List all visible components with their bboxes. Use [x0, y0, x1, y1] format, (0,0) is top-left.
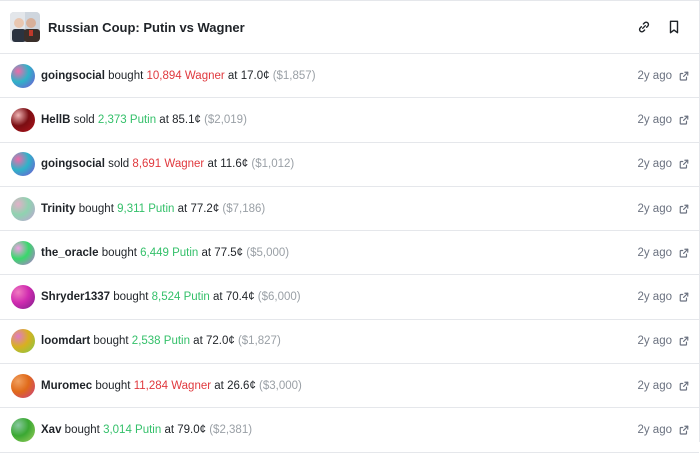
trade-description: HellB sold 2,373 Putin at 85.1¢ ($2,019)	[41, 113, 247, 126]
trade-amount: ($2,019)	[204, 113, 247, 126]
trade-shares: 10,894 Wagner	[146, 69, 225, 82]
trade-shares: 6,449 Putin	[140, 246, 199, 259]
trade-price: 11.6¢	[220, 158, 249, 171]
trade-action: sold	[108, 158, 130, 171]
avatar[interactable]	[11, 285, 35, 310]
trade-user[interactable]: Trinity	[41, 203, 76, 215]
trade-timestamp: 2y ago	[637, 246, 672, 259]
trade-shares: 8,691 Wagner	[132, 158, 205, 171]
trade-amount: ($7,186)	[222, 202, 266, 215]
trade-description: Shryder1337 bought 8,524 Putin at 70.4¢ …	[41, 291, 301, 304]
trade-user[interactable]: Muromec	[41, 380, 92, 392]
external-link-icon[interactable]	[678, 335, 690, 347]
trade-action: bought	[64, 424, 100, 437]
trade-timestamp: 2y ago	[637, 113, 672, 126]
trade-shares: 9,311 Putin	[117, 202, 175, 215]
trade-action: bought	[78, 202, 114, 215]
trade-amount: ($1,012)	[251, 158, 295, 171]
trade-description: loomdart bought 2,538 Putin at 72.0¢ ($1…	[41, 335, 281, 348]
trade-user[interactable]: Xav	[41, 424, 61, 436]
trade-description: Trinity bought 9,311 Putin at 77.2¢ ($7,…	[41, 202, 266, 215]
trade-action: bought	[113, 291, 149, 304]
external-link-icon[interactable]	[678, 424, 690, 436]
trade-shares: 3,014 Putin	[103, 424, 162, 437]
trade-price: 17.0¢	[240, 69, 270, 82]
market-thumbnail[interactable]	[10, 12, 40, 42]
trade-description: Xav bought 3,014 Putin at 79.0¢ ($2,381)	[41, 424, 253, 437]
trade-price: 85.1¢	[172, 113, 201, 126]
trade-row: goingsocial bought 10,894 Wagner at 17.0…	[0, 54, 699, 99]
trade-row: Xav bought 3,014 Putin at 79.0¢ ($2,381)…	[0, 408, 699, 453]
trade-action: bought	[101, 246, 137, 259]
trade-timestamp: 2y ago	[637, 158, 672, 171]
avatar[interactable]	[11, 373, 35, 398]
trade-user[interactable]: goingsocial	[41, 70, 105, 82]
trade-shares: 2,373 Putin	[97, 113, 157, 126]
avatar[interactable]	[11, 196, 35, 221]
trade-amount: ($1,857)	[272, 69, 316, 82]
external-link-icon[interactable]	[678, 70, 690, 82]
trade-action: bought	[108, 69, 144, 82]
avatar[interactable]	[11, 240, 35, 265]
bookmark-icon[interactable]	[663, 16, 685, 38]
trade-row: Trinity bought 9,311 Putin at 77.2¢ ($7,…	[0, 187, 699, 232]
trade-timestamp: 2y ago	[637, 379, 672, 392]
external-link-icon[interactable]	[678, 158, 690, 170]
trade-row: Shryder1337 bought 8,524 Putin at 70.4¢ …	[0, 275, 699, 320]
avatar[interactable]	[11, 152, 35, 177]
trade-shares: 8,524 Putin	[151, 291, 210, 304]
external-link-icon[interactable]	[678, 114, 690, 126]
trade-timestamp: 2y ago	[637, 424, 672, 437]
market-thumbnail-image	[10, 12, 40, 42]
trade-price: 70.4¢	[225, 291, 255, 304]
trade-user[interactable]: goingsocial	[41, 158, 105, 170]
market-header: Russian Coup: Putin vs Wagner	[0, 1, 699, 54]
trade-feed-panel: Russian Coup: Putin vs Wagner goingsocia…	[0, 0, 700, 453]
trade-user[interactable]: the_oracle	[41, 247, 99, 259]
trade-description: goingsocial sold 8,691 Wagner at 11.6¢ (…	[41, 158, 295, 171]
trade-shares: 2,538 Putin	[131, 335, 190, 348]
trade-user[interactable]: loomdart	[41, 335, 90, 347]
trade-action: sold	[73, 113, 95, 126]
external-link-icon[interactable]	[678, 380, 690, 392]
trade-timestamp: 2y ago	[637, 202, 672, 215]
trade-row: the_oracle bought 6,449 Putin at 77.5¢ (…	[0, 231, 699, 276]
trade-price: 77.5¢	[214, 246, 244, 259]
avatar[interactable]	[11, 107, 35, 132]
trade-list: goingsocial bought 10,894 Wagner at 17.0…	[0, 54, 699, 453]
avatar[interactable]	[11, 418, 35, 443]
trade-action: bought	[95, 379, 131, 392]
trade-amount: ($3,000)	[259, 379, 302, 392]
trade-row: Muromec bought 11,284 Wagner at 26.6¢ ($…	[0, 364, 699, 409]
trade-shares: 11,284 Wagner	[133, 379, 212, 392]
trade-amount: ($2,381)	[209, 424, 253, 437]
link-icon[interactable]	[633, 16, 655, 38]
trade-description: goingsocial bought 10,894 Wagner at 17.0…	[41, 69, 316, 82]
trade-price: 72.0¢	[205, 335, 235, 348]
trade-row: loomdart bought 2,538 Putin at 72.0¢ ($1…	[0, 320, 699, 365]
trade-description: the_oracle bought 6,449 Putin at 77.5¢ (…	[41, 246, 290, 259]
trade-row: goingsocial sold 8,691 Wagner at 11.6¢ (…	[0, 143, 699, 187]
trade-amount: ($6,000)	[257, 291, 301, 304]
trade-timestamp: 2y ago	[637, 335, 672, 348]
trade-timestamp: 2y ago	[637, 69, 672, 82]
trade-price: 77.2¢	[190, 202, 220, 215]
external-link-icon[interactable]	[678, 203, 690, 215]
trade-user[interactable]: Shryder1337	[41, 291, 110, 303]
external-link-icon[interactable]	[678, 291, 690, 303]
trade-amount: ($5,000)	[246, 246, 290, 259]
trade-row: HellB sold 2,373 Putin at 85.1¢ ($2,019)…	[0, 98, 699, 143]
market-title: Russian Coup: Putin vs Wagner	[48, 19, 245, 35]
trade-user[interactable]: HellB	[41, 114, 70, 126]
trade-amount: ($1,827)	[237, 335, 281, 348]
trade-timestamp: 2y ago	[637, 291, 672, 304]
trade-action: bought	[93, 335, 129, 348]
trade-description: Muromec bought 11,284 Wagner at 26.6¢ ($…	[41, 379, 302, 392]
avatar[interactable]	[11, 63, 35, 88]
trade-price: 26.6¢	[227, 379, 256, 392]
external-link-icon[interactable]	[678, 247, 690, 259]
avatar[interactable]	[11, 329, 35, 354]
trade-price: 79.0¢	[177, 424, 207, 437]
